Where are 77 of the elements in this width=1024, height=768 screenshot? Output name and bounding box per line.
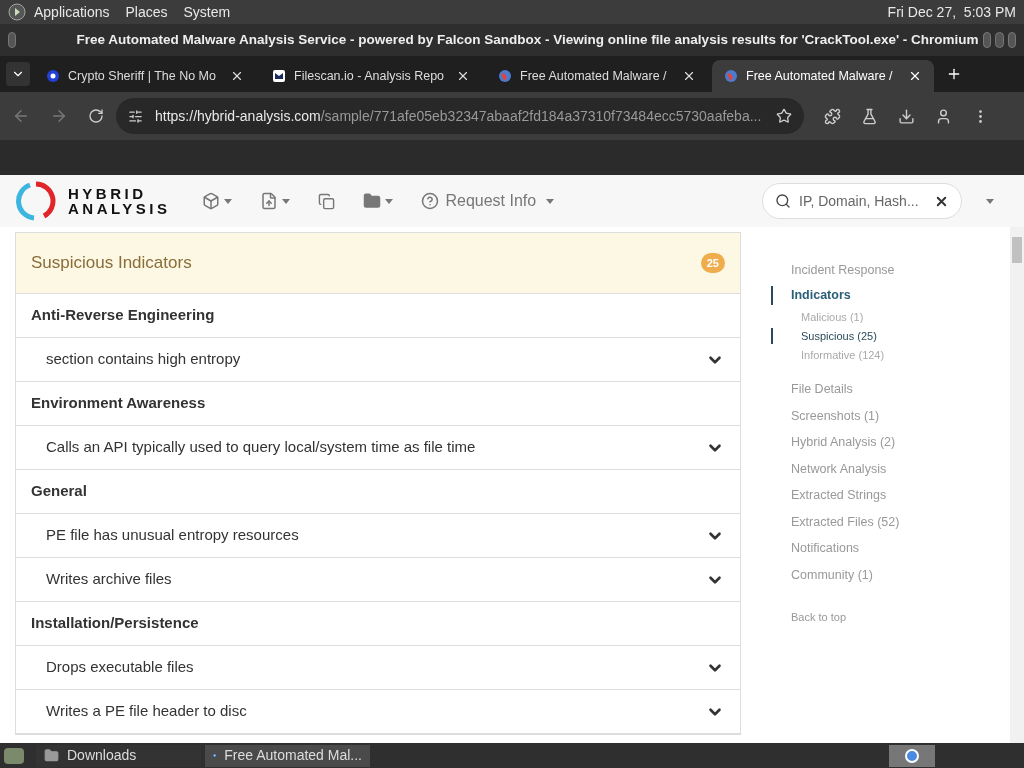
indicator-row[interactable]: section contains high entropy [16, 338, 740, 382]
indicator-row[interactable]: Writes archive files [16, 558, 740, 602]
close-icon[interactable] [682, 69, 696, 83]
owl-icon [272, 69, 286, 83]
count-badge: 25 [700, 252, 725, 274]
cube-icon [202, 192, 221, 210]
window-menu-icon[interactable] [8, 32, 17, 48]
files-menu[interactable] [363, 192, 394, 210]
tab-title: Filescan.io - Analysis Repo [294, 67, 446, 85]
close-icon[interactable] [230, 69, 244, 83]
panel-menu[interactable]: Applications [34, 1, 110, 23]
flask-icon[interactable] [861, 107, 878, 125]
search-field[interactable]: IP, Domain, Hash... [762, 183, 962, 219]
taskbar-item[interactable]: Downloads [36, 744, 201, 767]
group-heading: General [31, 481, 87, 502]
bookmark-star-icon[interactable] [776, 108, 792, 124]
indicator-row[interactable]: Writes a PE file header to disc [16, 690, 740, 734]
download-icon[interactable] [898, 107, 915, 125]
caret-icon [224, 198, 233, 204]
tab-title: Crypto Sheriff | The No Mo [68, 67, 217, 85]
address-bar[interactable]: https://hybrid-analysis.com/sample/771afe05eb32347abaaf2fd184a37310f73484ecc5730aafeba... [116, 98, 804, 134]
logo-text: ANALYSIS [68, 201, 171, 216]
close-icon[interactable] [456, 69, 470, 83]
indicator-row[interactable]: Calls an API typically used to query local/system time as file time [16, 426, 740, 470]
tray-browser-icon[interactable] [889, 744, 935, 767]
caret-icon [282, 198, 291, 204]
site-settings-icon[interactable] [128, 108, 143, 124]
compare-menu[interactable] [318, 192, 336, 210]
panel-menu[interactable]: System [183, 1, 231, 23]
sidebar-sublink[interactable]: Suspicious (25) [771, 327, 877, 345]
group-heading: Environment Awareness [31, 393, 206, 414]
back-icon[interactable] [12, 107, 30, 125]
desktop-icon[interactable] [4, 747, 24, 764]
extensions-icon[interactable] [824, 107, 841, 125]
panel-menu[interactable]: Places [125, 1, 168, 23]
tab-title: Free Automated Malware / [520, 67, 668, 85]
search-input[interactable]: IP, Domain, Hash... [799, 190, 926, 212]
folder-icon [44, 748, 59, 763]
globe-icon [498, 69, 512, 83]
app-menu-icon[interactable] [8, 3, 26, 21]
file-upload-icon [260, 192, 279, 210]
group-heading: Anti-Reverse Engineering [31, 305, 215, 326]
shield-icon [46, 69, 60, 83]
caret-icon [546, 198, 555, 204]
url-text: https://hybrid-analysis.com/sample/771afe05eb32347abaaf2fd184a37310f73484ecc5730aafeba... [155, 106, 763, 126]
close-icon[interactable] [908, 69, 922, 83]
window-title: Free Automated Malware Analysis Service - powered by Falcon Sandbox - Viewing online file analysis results for 'CrackTool.exe' - Chromium [76, 30, 979, 49]
group-heading: Installation/Persistence [31, 613, 199, 634]
taskbar-item[interactable]: Free Automated Mal... [205, 744, 370, 767]
scrollbar[interactable] [1010, 227, 1024, 743]
new-tab-icon[interactable] [946, 66, 962, 82]
logo-text: HYBRID [68, 186, 148, 201]
browser-tab[interactable]: Free Automated Malware / [712, 60, 934, 92]
folder-icon [363, 192, 382, 210]
sandbox-menu[interactable] [202, 192, 233, 210]
forward-icon[interactable] [50, 107, 68, 125]
submit-menu[interactable] [260, 192, 291, 210]
panel-title: Suspicious Indicators [31, 252, 192, 275]
clock: Fri Dec 27, 5:03 PM [887, 2, 1016, 22]
search-icon [775, 193, 791, 209]
caret-icon [986, 198, 994, 204]
window-control-icon[interactable] [995, 32, 1004, 48]
sidebar-link[interactable]: Indicators [771, 286, 851, 305]
help-icon [421, 192, 440, 210]
profile-icon[interactable] [935, 107, 952, 125]
tab-title: Free Automated Malware / [746, 67, 894, 85]
tab-list-button[interactable] [6, 62, 30, 86]
indicator-row[interactable]: PE file has unusual entropy resources [16, 514, 740, 558]
copy-icon [318, 192, 336, 210]
caret-icon [385, 198, 394, 204]
reload-icon[interactable] [88, 108, 104, 124]
indicator-row[interactable]: Drops executable files [16, 646, 740, 690]
request-info-menu[interactable]: Request Info [421, 189, 555, 213]
logo-icon[interactable] [16, 181, 56, 221]
window-control-icon[interactable] [982, 32, 992, 48]
window-control-icon[interactable] [1007, 32, 1016, 48]
globe-icon [724, 69, 738, 83]
